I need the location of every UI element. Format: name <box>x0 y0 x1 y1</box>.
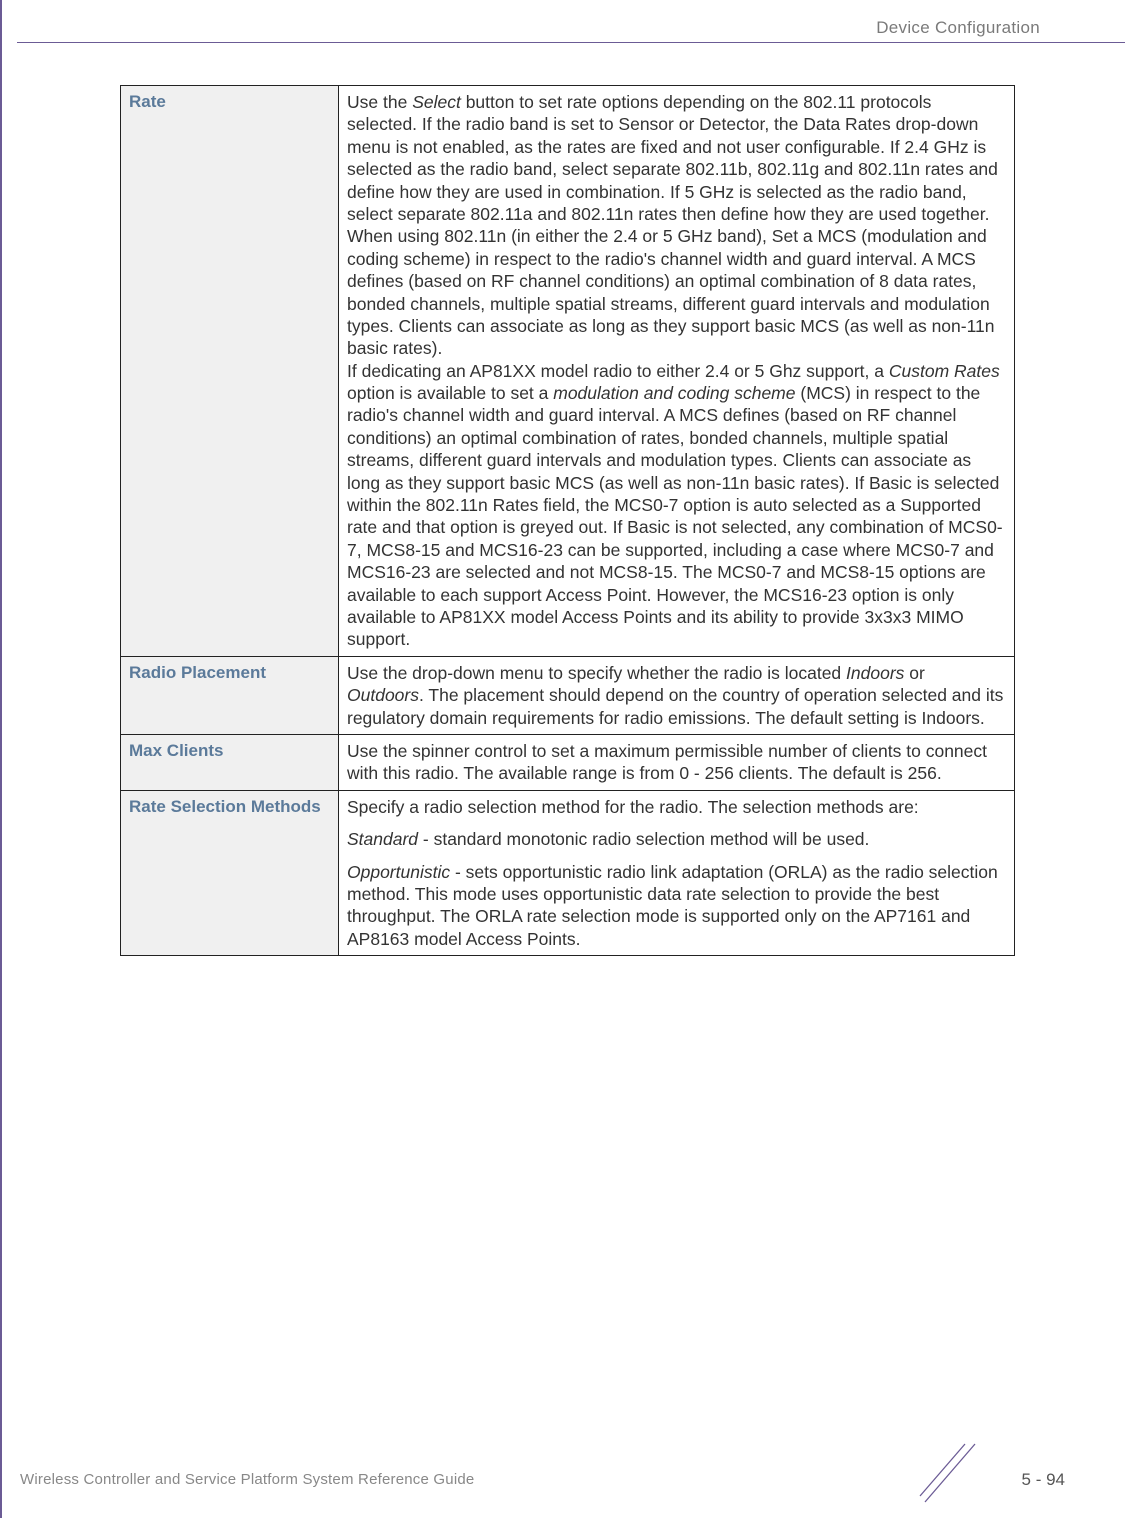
desc-text: Use the drop-down menu to specify whethe… <box>347 663 846 683</box>
header-section-label: Device Configuration <box>876 18 1040 38</box>
row-description: Specify a radio selection method for the… <box>339 790 1015 955</box>
config-table: RateUse the Select button to set rate op… <box>120 85 1015 956</box>
row-label: Rate Selection Methods <box>121 790 339 955</box>
desc-text: modulation and coding scheme <box>553 383 795 403</box>
table-row: RateUse the Select button to set rate op… <box>121 86 1015 657</box>
desc-text: Standard <box>347 829 418 849</box>
desc-text: Indoors <box>846 663 904 683</box>
footer-guide-title: Wireless Controller and Service Platform… <box>20 1471 474 1488</box>
footer-slash-icon <box>905 1436 985 1506</box>
desc-text: Outdoors <box>347 685 419 705</box>
desc-text: (MCS) in respect to the radio's channel … <box>347 383 1003 649</box>
desc-text: Specify a radio selection method for the… <box>347 797 919 817</box>
desc-text: . The placement should depend on the cou… <box>347 685 1003 727</box>
row-label: Rate <box>121 86 339 657</box>
row-label: Max Clients <box>121 734 339 790</box>
desc-text: option is available to set a <box>347 383 553 403</box>
desc-text: or <box>904 663 924 683</box>
row-label: Radio Placement <box>121 656 339 734</box>
row-description: Use the drop-down menu to specify whethe… <box>339 656 1015 734</box>
desc-text: Custom Rates <box>889 361 1000 381</box>
desc-text: Use the spinner control to set a maximum… <box>347 741 987 783</box>
row-description: Use the spinner control to set a maximum… <box>339 734 1015 790</box>
header-divider <box>17 42 1125 43</box>
desc-text: - standard monotonic radio selection met… <box>418 829 869 849</box>
footer-page-number: 5 - 94 <box>1022 1470 1065 1490</box>
desc-text: Use the <box>347 92 412 112</box>
desc-text: button to set rate options depending on … <box>347 92 998 358</box>
desc-text: Opportunistic <box>347 862 450 882</box>
table-row: Rate Selection Methods Specify a radio se… <box>121 790 1015 955</box>
table-row: Max ClientsUse the spinner control to se… <box>121 734 1015 790</box>
table-row: Radio Placement Use the drop-down menu to… <box>121 656 1015 734</box>
desc-text: Select <box>412 92 461 112</box>
desc-text: If dedicating an AP81XX model radio to e… <box>347 361 889 381</box>
row-description: Use the Select button to set rate option… <box>339 86 1015 657</box>
